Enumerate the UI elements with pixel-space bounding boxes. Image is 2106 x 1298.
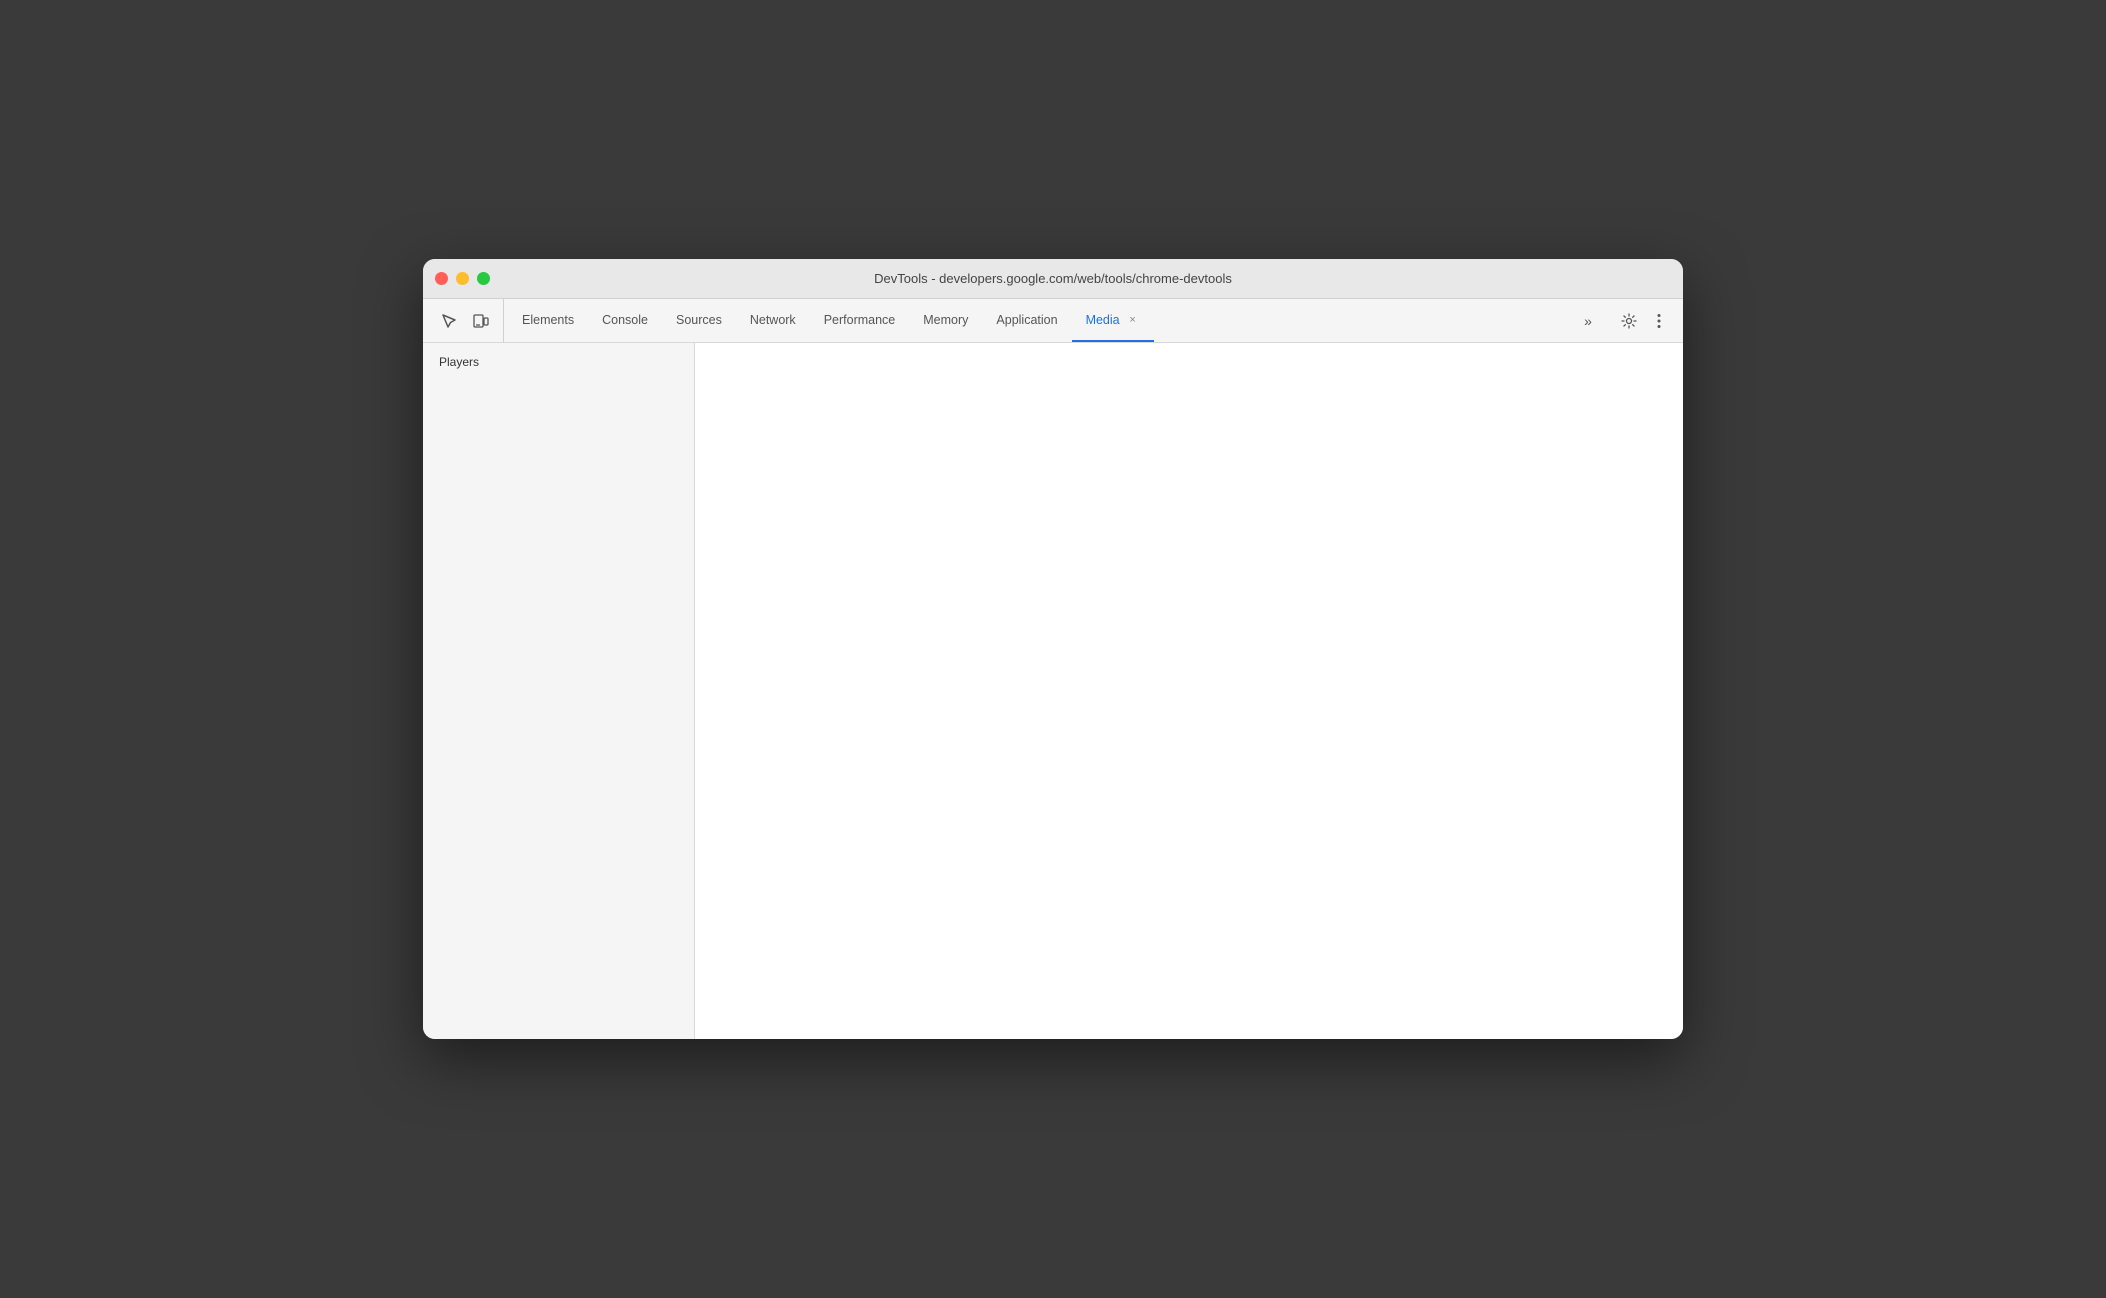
close-button[interactable] [435,272,448,285]
tab-network[interactable]: Network [736,299,810,342]
toolbar: Elements Console Sources Network Perform… [423,299,1683,343]
toolbar-right: » [1568,299,1679,342]
tabs: Elements Console Sources Network Perform… [508,299,1568,342]
select-element-button[interactable] [435,307,463,335]
more-tabs-button[interactable]: » [1574,307,1602,335]
device-icon [473,313,489,329]
window-title: DevTools - developers.google.com/web/too… [874,271,1232,286]
toggle-device-button[interactable] [467,307,495,335]
sidebar: Players [423,343,695,1039]
players-label: Players [423,351,694,373]
settings-icon [1621,313,1637,329]
titlebar: DevTools - developers.google.com/web/too… [423,259,1683,299]
more-options-icon [1657,313,1661,329]
devtools-window: DevTools - developers.google.com/web/too… [423,259,1683,1039]
maximize-button[interactable] [477,272,490,285]
tab-memory[interactable]: Memory [909,299,982,342]
traffic-lights [435,272,490,285]
main-panel [695,343,1683,1039]
settings-button[interactable] [1615,307,1643,335]
content: Players [423,343,1683,1039]
tab-sources[interactable]: Sources [662,299,736,342]
tab-media-close[interactable]: × [1126,313,1140,327]
minimize-button[interactable] [456,272,469,285]
tab-media[interactable]: Media × [1072,299,1154,342]
tab-elements[interactable]: Elements [508,299,588,342]
more-options-button[interactable] [1645,307,1673,335]
tab-performance[interactable]: Performance [810,299,910,342]
toolbar-icons [427,299,504,342]
cursor-icon [441,313,457,329]
tab-application[interactable]: Application [982,299,1071,342]
tab-console[interactable]: Console [588,299,662,342]
